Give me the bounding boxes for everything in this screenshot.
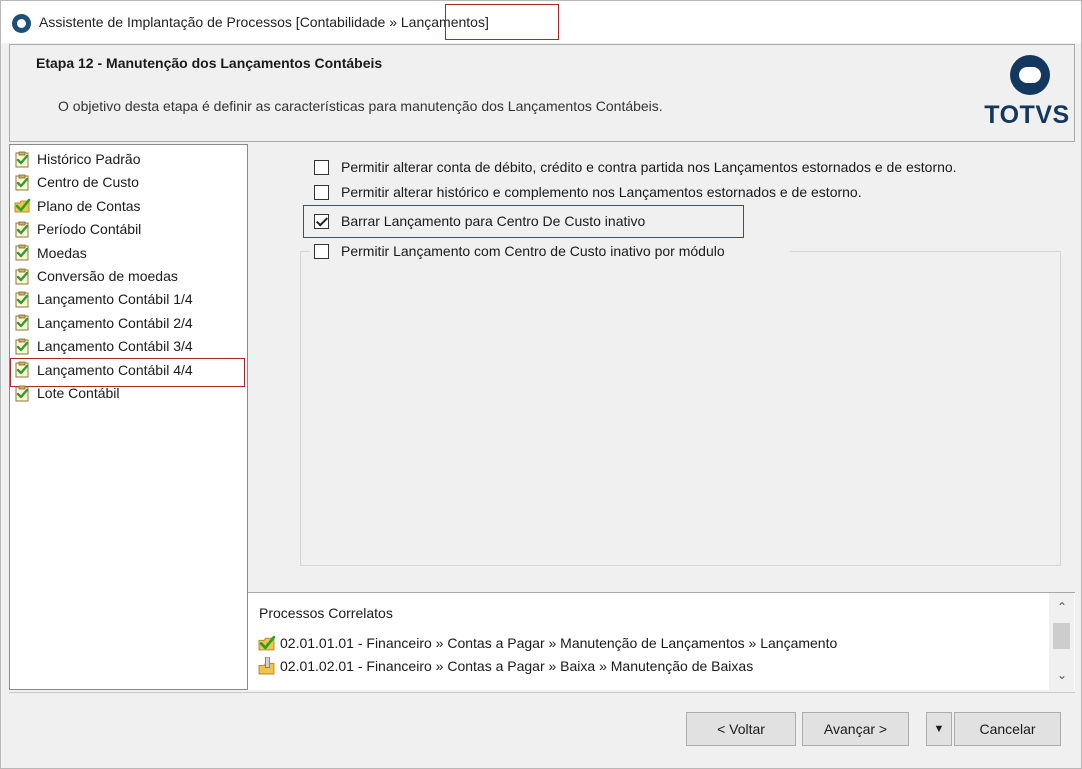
app-icon bbox=[12, 14, 31, 33]
back-button[interactable]: < Voltar bbox=[686, 712, 796, 746]
related-process-label: 02.01.01.01 - Financeiro » Contas a Paga… bbox=[280, 635, 838, 651]
option-label: Permitir alterar conta de débito, crédit… bbox=[341, 159, 957, 175]
check-document-icon bbox=[15, 314, 29, 331]
sidebar-step-label: Lançamento Contábil 1/4 bbox=[37, 291, 193, 308]
sidebar-step-label: Centro de Custo bbox=[37, 174, 139, 191]
checkbox-checked[interactable] bbox=[314, 213, 329, 229]
option-label: Permitir alterar histórico e complemento… bbox=[341, 184, 862, 200]
options-dropdown-button[interactable]: ▼ bbox=[926, 712, 952, 746]
sidebar-step-label: Lançamento Contábil 2/4 bbox=[37, 314, 193, 331]
sidebar-step-item[interactable]: Lote Contábil bbox=[14, 382, 120, 404]
sidebar-step-label: Histórico Padrão bbox=[37, 151, 141, 167]
option-label: Permitir Lançamento com Centro de Custo … bbox=[341, 243, 725, 259]
sidebar-step-item[interactable]: Período Contábil bbox=[14, 218, 141, 240]
scroll-down-icon[interactable]: ⌄ bbox=[1054, 667, 1070, 683]
title-bar: Assistente de Implantação de Processos [… bbox=[1, 1, 1081, 43]
window-title: Assistente de Implantação de Processos [… bbox=[39, 14, 489, 30]
check-document-icon bbox=[15, 385, 29, 401]
pencil-folder-icon bbox=[258, 657, 275, 675]
check-folder-icon bbox=[14, 198, 31, 213]
sidebar-step-item[interactable]: Lançamento Contábil 3/4 bbox=[14, 335, 193, 357]
option-checkbox-row[interactable]: Barrar Lançamento para Centro De Custo i… bbox=[314, 210, 645, 232]
sidebar-step-item[interactable]: Centro de Custo bbox=[14, 171, 139, 193]
sidebar-step-item[interactable]: Lançamento Contábil 1/4 bbox=[14, 288, 193, 310]
totvs-logo: TOTVS bbox=[980, 51, 1070, 137]
step-description: O objetivo desta etapa é definir as cara… bbox=[58, 98, 663, 114]
check-document-icon bbox=[15, 268, 29, 284]
check-document-icon bbox=[15, 221, 29, 238]
caret-down-icon: ▼ bbox=[933, 723, 945, 735]
option-checkbox-row[interactable]: Permitir alterar histórico e complemento… bbox=[314, 181, 862, 203]
logo-mark-icon bbox=[1010, 55, 1050, 95]
check-document-icon bbox=[15, 361, 29, 378]
sidebar-step-label: Moedas bbox=[37, 244, 87, 261]
step-header: Etapa 12 - Manutenção dos Lançamentos Co… bbox=[9, 44, 1075, 142]
step-title: Etapa 12 - Manutenção dos Lançamentos Co… bbox=[36, 55, 383, 71]
steps-sidebar: Histórico Padrão Centro de Custo Plano de … bbox=[9, 144, 248, 690]
cancel-button[interactable]: Cancelar bbox=[954, 712, 1061, 746]
check-folder-icon bbox=[258, 635, 276, 651]
check-document-icon bbox=[15, 151, 29, 167]
sidebar-step-item[interactable]: Lançamento Contábil 4/4 bbox=[14, 359, 193, 381]
window-title-prefix: Assistente de Implantação de Processos [… bbox=[39, 14, 397, 30]
related-processes: Processos Correlatos ⌃ ⌄ 02.01.01.01 - F… bbox=[248, 592, 1075, 690]
options-groupbox bbox=[300, 251, 1061, 566]
option-checkbox-row[interactable]: Permitir alterar conta de débito, crédit… bbox=[314, 156, 957, 178]
sidebar-step-label: Conversão de moedas bbox=[37, 268, 178, 284]
sidebar-step-label: Lançamento Contábil 3/4 bbox=[37, 338, 193, 355]
sidebar-step-item[interactable]: Plano de Contas bbox=[14, 195, 141, 217]
sidebar-step-item[interactable]: Histórico Padrão bbox=[14, 148, 141, 170]
wizard-window: Assistente de Implantação de Processos [… bbox=[0, 0, 1082, 769]
check-document-icon bbox=[15, 174, 29, 191]
wizard-footer: < Voltar Avançar > ▼ Cancelar bbox=[9, 692, 1075, 763]
check-document-icon bbox=[15, 244, 29, 261]
related-process-label: 02.01.02.01 - Financeiro » Contas a Paga… bbox=[280, 658, 754, 674]
related-process-item[interactable]: 02.01.01.01 - Financeiro » Contas a Paga… bbox=[258, 632, 837, 654]
sidebar-step-item[interactable]: Lançamento Contábil 2/4 bbox=[14, 312, 193, 334]
related-processes-title: Processos Correlatos bbox=[259, 605, 393, 621]
sidebar-step-item[interactable]: Conversão de moedas bbox=[14, 265, 178, 287]
option-checkbox-row[interactable]: Permitir Lançamento com Centro de Custo … bbox=[314, 240, 725, 262]
related-scrollbar[interactable]: ⌃ ⌄ bbox=[1049, 593, 1074, 690]
checkbox-unchecked[interactable] bbox=[314, 159, 329, 175]
logo-text: TOTVS bbox=[984, 101, 1070, 129]
checkbox-unchecked[interactable] bbox=[314, 243, 329, 259]
scroll-thumb[interactable] bbox=[1053, 623, 1070, 649]
options-panel: Permitir alterar conta de débito, crédit… bbox=[250, 144, 1075, 591]
sidebar-step-label: Plano de Contas bbox=[37, 197, 141, 214]
sidebar-step-label: Período Contábil bbox=[37, 221, 142, 238]
check-document-icon bbox=[15, 338, 29, 355]
checkbox-unchecked[interactable] bbox=[314, 184, 329, 200]
check-document-icon bbox=[15, 291, 29, 308]
scroll-up-icon[interactable]: ⌃ bbox=[1054, 599, 1070, 615]
sidebar-step-item[interactable]: Moedas bbox=[14, 242, 87, 264]
option-label: Barrar Lançamento para Centro De Custo i… bbox=[341, 213, 646, 229]
title-highlight-box bbox=[445, 4, 559, 40]
sidebar-step-label: Lote Contábil bbox=[37, 385, 120, 401]
sidebar-step-label: Lançamento Contábil 4/4 bbox=[37, 361, 193, 378]
related-process-item[interactable]: 02.01.02.01 - Financeiro » Contas a Paga… bbox=[258, 655, 753, 677]
next-button[interactable]: Avançar > bbox=[802, 712, 909, 746]
